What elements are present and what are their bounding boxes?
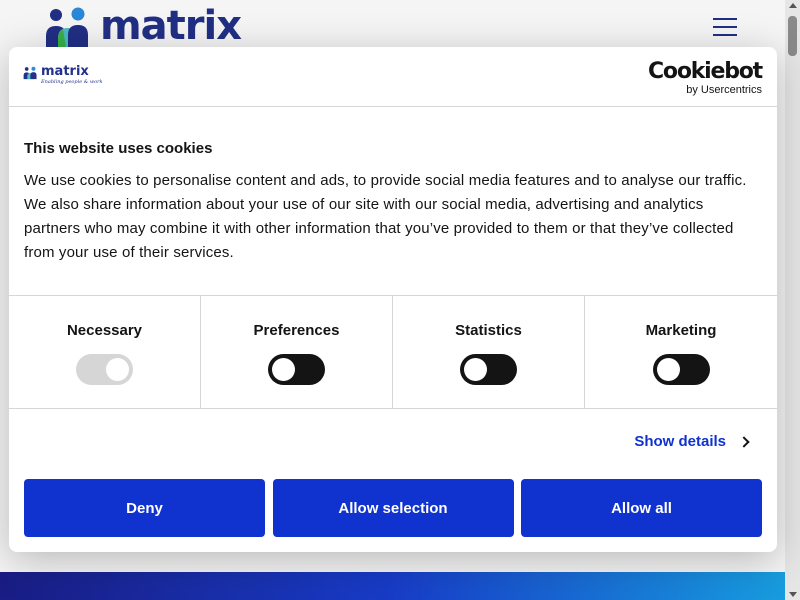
cookiebot-logo[interactable]: Cookiebot by Usercentrics [647, 59, 763, 97]
cookiebot-subtitle: by Usercentrics [686, 84, 762, 96]
category-preferences: Preferences [201, 296, 393, 408]
allow-all-button[interactable]: Allow all [521, 479, 762, 537]
category-marketing: Marketing [585, 296, 777, 408]
category-label: Marketing [645, 322, 717, 339]
dialog-title: This website uses cookies [24, 140, 213, 157]
marketing-toggle[interactable] [652, 354, 710, 385]
matrix-people-icon [23, 66, 37, 80]
dialog-logo-tagline: Enabling people & work [41, 79, 103, 85]
dialog-logo-text: matrix [41, 64, 89, 79]
category-label: Necessary [66, 322, 143, 339]
category-statistics: Statistics [393, 296, 585, 408]
allow-selection-button[interactable]: Allow selection [272, 479, 514, 537]
scroll-up-arrow-icon[interactable] [789, 3, 797, 8]
consent-buttons: Deny Allow selection Allow all [24, 479, 762, 537]
category-label: Preferences [253, 322, 340, 339]
show-details-link[interactable]: Show details [634, 433, 750, 450]
consent-categories: Necessary Preferences Statistics Marketi… [9, 296, 777, 409]
details-row: Show details [9, 409, 777, 479]
dialog-header: matrix Enabling people & work Cookiebot … [9, 47, 777, 107]
page-scrollbar[interactable] [785, 0, 800, 600]
necessary-toggle [76, 354, 133, 385]
statistics-toggle[interactable] [460, 354, 517, 385]
category-label: Statistics [455, 322, 522, 339]
deny-button[interactable]: Deny [24, 479, 265, 537]
show-details-label: Show details [634, 433, 726, 450]
dialog-description: We use cookies to personalise content an… [24, 172, 747, 261]
dialog-logo: matrix Enabling people & work [23, 64, 103, 85]
cookie-consent-dialog: matrix Enabling people & work Cookiebot … [9, 47, 777, 552]
scroll-down-arrow-icon[interactable] [789, 592, 797, 597]
preferences-toggle[interactable] [268, 354, 325, 385]
dialog-body: This website uses cookies We use cookies… [9, 107, 777, 296]
category-necessary: Necessary [9, 296, 201, 408]
scrollbar-thumb[interactable] [788, 16, 797, 56]
chevron-right-icon [738, 435, 750, 448]
cookiebot-name: Cookiebot [647, 59, 763, 84]
